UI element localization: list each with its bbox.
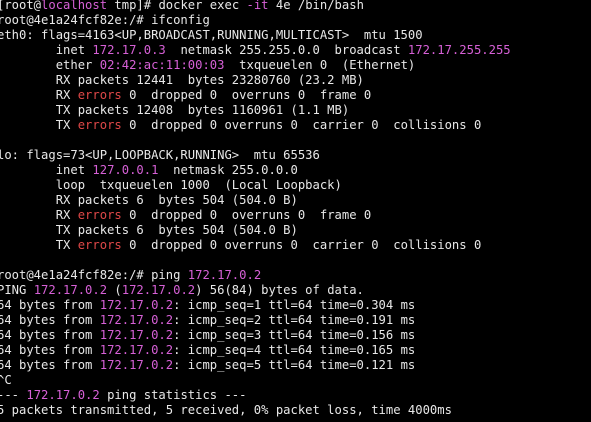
- terminal-text: ) 56(84) bytes of data.: [195, 283, 364, 297]
- terminal-text: 64 bytes from: [0, 313, 100, 327]
- terminal-line: 64 bytes from 172.17.0.2: icmp_seq=5 ttl…: [0, 358, 415, 373]
- terminal-text: root@4e1a24fcf82e:/# ifconfig: [0, 13, 210, 27]
- terminal-text: ether: [0, 58, 100, 72]
- highlighted-text: localhost: [41, 0, 108, 12]
- terminal-text: 64 bytes from: [0, 343, 100, 357]
- terminal-line: RX errors 0 dropped 0 overruns 0 frame 0: [0, 88, 372, 103]
- terminal-line: TX packets 12408 bytes 1160961 (1.1 MB): [0, 103, 350, 118]
- terminal-text: 4e /bin/bash: [268, 0, 364, 12]
- terminal-text: : icmp_seq=4 ttl=64 time=0.165 ms: [173, 343, 416, 357]
- terminal-text: : icmp_seq=5 ttl=64 time=0.121 ms: [173, 358, 416, 372]
- terminal-text: 0 dropped 0 overruns 0 carrier 0 collisi…: [121, 238, 482, 252]
- terminal-line: PING 172.17.0.2 (172.17.0.2) 56(84) byte…: [0, 283, 364, 298]
- terminal-line: TX packets 6 bytes 504 (504.0 B): [0, 223, 298, 238]
- highlighted-text: 172.17.0.2: [99, 298, 174, 312]
- highlighted-text: 172.17.0.3: [92, 43, 166, 57]
- terminal-line: loop txqueuelen 1000 (Local Loopback): [0, 178, 342, 193]
- terminal-line: root@4e1a24fcf82e:/# ifconfig: [0, 13, 210, 28]
- terminal-text: ^C: [0, 373, 12, 387]
- terminal-text: txqueuelen 0 (Ethernet): [224, 58, 416, 72]
- terminal-line: RX packets 6 bytes 504 (504.0 B): [0, 193, 298, 208]
- terminal-line: 64 bytes from 172.17.0.2: icmp_seq=1 ttl…: [0, 298, 415, 313]
- highlighted-text: 172.17.0.2: [99, 328, 174, 342]
- terminal-text: 0 dropped 0 overruns 0 frame 0: [121, 208, 372, 222]
- terminal-line: 5 packets transmitted, 5 received, 0% pa…: [0, 403, 452, 418]
- terminal-text: ping statistics ---: [99, 388, 247, 402]
- terminal-line: inet 127.0.0.1 netmask 255.0.0.0: [0, 163, 298, 178]
- terminal-line: lo: flags=73<UP,LOOPBACK,RUNNING> mtu 65…: [0, 148, 320, 163]
- terminal-line: inet 172.17.0.3 netmask 255.255.0.0 broa…: [0, 43, 511, 58]
- terminal-text: 0 dropped 0 overruns 0 frame 0: [121, 88, 372, 102]
- terminal-text: : icmp_seq=2 ttl=64 time=0.191 ms: [173, 313, 416, 327]
- terminal-line: ^C: [0, 373, 12, 388]
- terminal-line: RX packets 12441 bytes 23280760 (23.2 MB…: [0, 73, 364, 88]
- terminal-line: 64 bytes from 172.17.0.2: icmp_seq=4 ttl…: [0, 343, 415, 358]
- terminal-line: root@4e1a24fcf82e:/# ping 172.17.0.2: [0, 268, 261, 283]
- terminal-text: : icmp_seq=1 ttl=64 time=0.304 ms: [173, 298, 416, 312]
- terminal-text: eth0: flags=4163<UP,BROADCAST,RUNNING,MU…: [0, 28, 423, 42]
- error-keyword: errors: [77, 208, 122, 222]
- highlighted-text: 172.17.0.2: [33, 283, 108, 297]
- terminal-text: (: [107, 283, 122, 297]
- highlighted-text: 172.17.0.2: [99, 343, 174, 357]
- terminal-text: TX: [0, 118, 78, 132]
- terminal-text: TX packets 6 bytes 504 (504.0 B): [0, 223, 298, 237]
- highlighted-text: 172.17.0.2: [26, 388, 100, 402]
- terminal-text: RX: [0, 88, 78, 102]
- highlighted-text: 127.0.0.1: [92, 163, 159, 177]
- terminal-text: root@4e1a24fcf82e:/# ping: [0, 268, 188, 282]
- terminal-text: tmp]# docker exec: [107, 0, 247, 12]
- terminal-text: 5 packets transmitted, 5 received, 0% pa…: [0, 403, 452, 417]
- terminal-text: 64 bytes from: [0, 358, 100, 372]
- terminal-line: TX errors 0 dropped 0 overruns 0 carrier…: [0, 118, 482, 133]
- terminal-window[interactable]: [root@localhost tmp]# docker exec -it 4e…: [0, 0, 591, 422]
- terminal-text: TX: [0, 238, 78, 252]
- terminal-text: [root@: [0, 0, 42, 12]
- terminal-line: RX errors 0 dropped 0 overruns 0 frame 0: [0, 208, 372, 223]
- terminal-text: : icmp_seq=3 ttl=64 time=0.156 ms: [173, 328, 416, 342]
- highlighted-text: 172.17.0.2: [99, 358, 174, 372]
- highlighted-text: 172.17.255.255: [407, 43, 511, 57]
- terminal-text: RX packets 6 bytes 504 (504.0 B): [0, 193, 298, 207]
- terminal-line: ether 02:42:ac:11:00:03 txqueuelen 0 (Et…: [0, 58, 416, 73]
- highlighted-text: -it: [246, 0, 269, 12]
- terminal-line: 64 bytes from 172.17.0.2: icmp_seq=3 ttl…: [0, 328, 415, 343]
- highlighted-text: 02:42:ac:11:00:03: [99, 58, 225, 72]
- error-keyword: errors: [77, 88, 122, 102]
- terminal-text: loop txqueuelen 1000 (Local Loopback): [0, 178, 342, 192]
- terminal-text: netmask 255.0.0.0: [158, 163, 298, 177]
- terminal-text: 0 dropped 0 overruns 0 carrier 0 collisi…: [121, 118, 482, 132]
- terminal-line: TX errors 0 dropped 0 overruns 0 carrier…: [0, 238, 482, 253]
- terminal-text: RX: [0, 208, 78, 222]
- highlighted-text: 172.17.0.2: [187, 268, 262, 282]
- terminal-text: netmask 255.255.0.0 broadcast: [165, 43, 408, 57]
- terminal-text: 64 bytes from: [0, 298, 100, 312]
- terminal-text: inet: [0, 43, 93, 57]
- terminal-line: [root@localhost tmp]# docker exec -it 4e…: [0, 0, 364, 13]
- terminal-line: 64 bytes from 172.17.0.2: icmp_seq=2 ttl…: [0, 313, 415, 328]
- terminal-text: 64 bytes from: [0, 328, 100, 342]
- terminal-text: lo: flags=73<UP,LOOPBACK,RUNNING> mtu 65…: [0, 148, 320, 162]
- highlighted-text: 172.17.0.2: [121, 283, 196, 297]
- terminal-text: PING: [0, 283, 34, 297]
- terminal-text: ---: [0, 388, 20, 402]
- terminal-text: RX packets 12441 bytes 23280760 (23.2 MB…: [0, 73, 364, 87]
- error-keyword: errors: [77, 118, 122, 132]
- highlighted-text: 172.17.0.2: [99, 313, 174, 327]
- terminal-text: TX packets 12408 bytes 1160961 (1.1 MB): [0, 103, 350, 117]
- terminal-line: --- 172.17.0.2 ping statistics ---: [0, 388, 246, 403]
- terminal-text: inet: [0, 163, 93, 177]
- error-keyword: errors: [77, 238, 122, 252]
- terminal-line: eth0: flags=4163<UP,BROADCAST,RUNNING,MU…: [0, 28, 423, 43]
